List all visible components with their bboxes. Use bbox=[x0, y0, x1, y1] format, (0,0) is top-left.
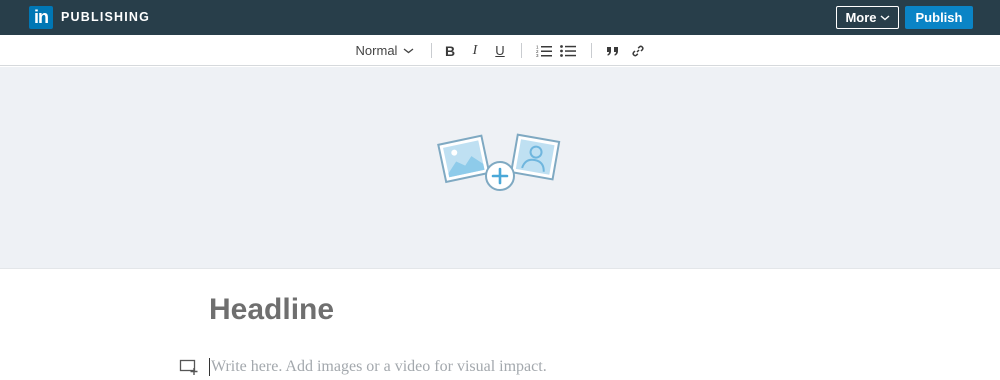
underline-button[interactable]: U bbox=[492, 35, 508, 66]
add-media-icon[interactable] bbox=[179, 358, 199, 376]
publishing-label: PUBLISHING bbox=[61, 10, 151, 24]
quote-button[interactable] bbox=[604, 35, 622, 66]
link-icon bbox=[632, 45, 644, 56]
add-image-icon[interactable] bbox=[436, 132, 564, 194]
bold-button[interactable]: B bbox=[442, 35, 458, 66]
numbered-list-button[interactable]: 1 2 3 bbox=[535, 35, 553, 66]
text-style-dropdown[interactable]: Normal bbox=[352, 35, 418, 66]
chevron-down-icon bbox=[404, 47, 414, 53]
svg-text:3: 3 bbox=[536, 53, 539, 57]
link-button[interactable] bbox=[629, 35, 647, 66]
text-cursor bbox=[209, 358, 210, 376]
publish-button[interactable]: Publish bbox=[905, 6, 973, 29]
bulleted-list-icon bbox=[560, 45, 576, 57]
top-bar: in PUBLISHING More Publish bbox=[0, 0, 1000, 35]
bulleted-list-button[interactable] bbox=[559, 35, 577, 66]
chevron-down-icon bbox=[880, 14, 889, 20]
cover-image-dropzone[interactable] bbox=[0, 67, 1000, 269]
toolbar-divider bbox=[591, 43, 592, 58]
toolbar-divider bbox=[521, 43, 522, 58]
formatting-toolbar: Normal B I U 1 2 3 bbox=[0, 35, 1000, 66]
italic-button[interactable]: I bbox=[467, 35, 483, 66]
numbered-list-icon: 1 2 3 bbox=[536, 45, 552, 57]
more-button[interactable]: More bbox=[836, 6, 899, 29]
bold-icon: B bbox=[444, 42, 456, 59]
italic-icon: I bbox=[472, 42, 478, 58]
underline-icon: U bbox=[495, 43, 505, 58]
article-body-input[interactable]: Write here. Add images or a video for vi… bbox=[211, 358, 547, 376]
linkedin-logo[interactable]: in bbox=[29, 6, 53, 29]
more-label: More bbox=[845, 10, 877, 25]
headline-input[interactable]: Headline bbox=[209, 293, 334, 327]
toolbar-divider bbox=[431, 43, 432, 58]
quote-icon bbox=[607, 46, 618, 56]
text-style-label: Normal bbox=[355, 43, 398, 58]
